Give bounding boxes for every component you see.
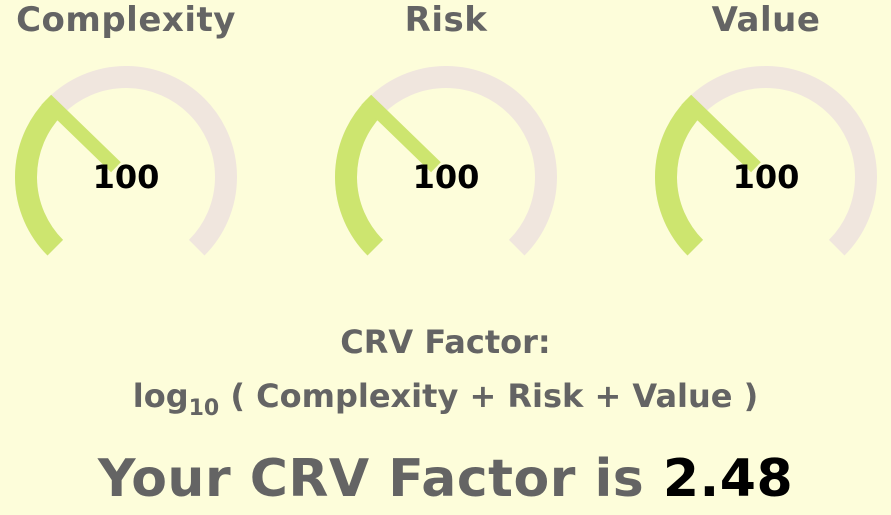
gauge-title-complexity: Complexity xyxy=(16,0,236,40)
gauge-value: 100 xyxy=(636,50,891,290)
formula-log-base: 10 xyxy=(188,396,220,421)
formula-expression: log10 ( Complexity + Risk + Value ) xyxy=(0,374,891,421)
gauge-value-risk: 100 xyxy=(412,158,480,196)
gauge-value-complexity: 100 xyxy=(92,158,160,196)
crv-result: Your CRV Factor is 2.48 xyxy=(0,446,891,512)
result-value: 2.48 xyxy=(662,449,794,509)
formula-heading: CRV Factor: xyxy=(340,323,551,361)
gauge-value-value: 100 xyxy=(732,158,800,196)
formula-terms: ( Complexity + Risk + Value ) xyxy=(219,377,759,415)
gauge-complexity: 100 xyxy=(0,50,256,290)
result-prefix: Your CRV Factor is xyxy=(97,449,663,509)
formula-log: log xyxy=(132,377,189,415)
gauge-risk: 100 xyxy=(316,50,576,290)
gauge-title-value: Value xyxy=(711,0,821,40)
gauge-title-risk: Risk xyxy=(404,0,488,40)
